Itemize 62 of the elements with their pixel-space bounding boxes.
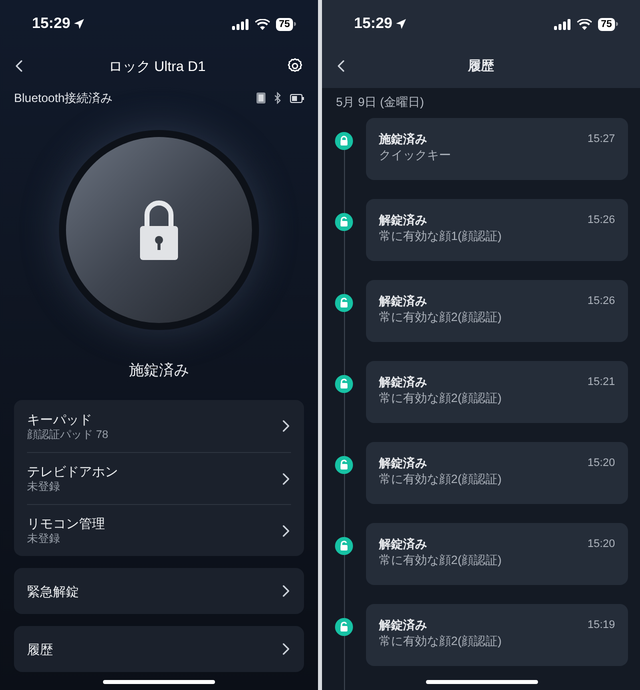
screen-title: ロック Ultra D1	[108, 56, 206, 76]
event-time: 15:21	[587, 375, 615, 390]
menu-item[interactable]: テレビドアホン 未登録	[27, 452, 291, 504]
settings-button[interactable]	[286, 57, 304, 75]
lock-state: 施錠済み	[129, 360, 189, 381]
event-title: 解錠済み	[379, 536, 428, 552]
screen-title: 履歴	[466, 57, 495, 76]
wifi-icon	[254, 18, 270, 30]
event-title: 解錠済み	[379, 212, 428, 228]
status-time: 15:29	[32, 14, 70, 34]
status-time: 15:29	[354, 14, 392, 34]
settings-icon	[286, 57, 304, 75]
chevron-icon	[281, 641, 291, 657]
connection-status: Bluetooth接続済み	[14, 90, 113, 107]
event-title: 解錠済み	[379, 293, 428, 309]
event-detail: 常に有効な顔2(顔認証)	[379, 471, 502, 488]
date-heading: 5月 9日 (金曜日)	[335, 94, 426, 111]
event-detail: 常に有効な顔2(顔認証)	[379, 309, 502, 326]
event-title: 解錠済み	[379, 374, 428, 390]
event-time: 15:26	[587, 213, 615, 228]
menu-item-label: 緊急解錠	[27, 582, 79, 600]
bluetooth-icon	[274, 92, 282, 104]
menu-item-label: テレビドアホン	[27, 463, 118, 480]
event-title: 施錠済み	[379, 131, 428, 147]
event-detail: 常に有効な顔2(顔認証)	[379, 633, 502, 650]
menu-item[interactable]: キーパッド 顔認証パッド 78	[27, 400, 291, 452]
event-time: 15:27	[587, 132, 615, 147]
event-time: 15:20	[587, 456, 615, 471]
menu-item[interactable]: 緊急解錠	[27, 568, 291, 614]
event-detail: 常に有効な顔2(顔認証)	[379, 552, 502, 569]
menu-item-label: キーパッド	[27, 410, 93, 428]
event-detail: 常に有効な顔1(顔認証)	[379, 228, 502, 245]
event-title: 解錠済み	[379, 455, 428, 471]
menu-item-label: 履歴	[27, 640, 53, 658]
menu-item[interactable]: リモコン管理 未登録	[27, 504, 291, 556]
chevron-icon	[281, 522, 291, 538]
menu-item-detail: 未登録	[27, 480, 61, 494]
event-time: 15:26	[587, 294, 615, 309]
event-time: 15:19	[587, 618, 615, 633]
padlock-icon	[139, 199, 179, 261]
keypad-icon	[256, 92, 266, 104]
menu-item-label: リモコン管理	[27, 515, 105, 532]
event-time: 15:20	[587, 537, 615, 552]
chevron-icon	[281, 418, 291, 434]
event-detail: クイックキー	[379, 147, 451, 164]
menu-item-detail: 未登録	[27, 532, 61, 546]
back-icon	[14, 58, 24, 74]
wifi-icon	[576, 18, 592, 30]
event-detail: 常に有効な顔2(顔認証)	[379, 390, 502, 407]
battery-level: 75	[598, 18, 615, 30]
menu-item[interactable]: 履歴	[27, 626, 291, 672]
chevron-icon	[281, 470, 291, 486]
location-arrow-icon	[395, 18, 408, 30]
location-arrow-icon	[73, 18, 86, 30]
menu-item-detail: 顔認証パッド 78	[27, 428, 108, 442]
back-icon	[336, 58, 346, 74]
chevron-icon	[281, 583, 291, 599]
battery-level: 75	[276, 18, 293, 30]
battery-icon	[290, 94, 304, 102]
signal-icon	[554, 18, 571, 30]
event-title: 解錠済み	[379, 617, 428, 633]
signal-icon	[232, 18, 249, 30]
